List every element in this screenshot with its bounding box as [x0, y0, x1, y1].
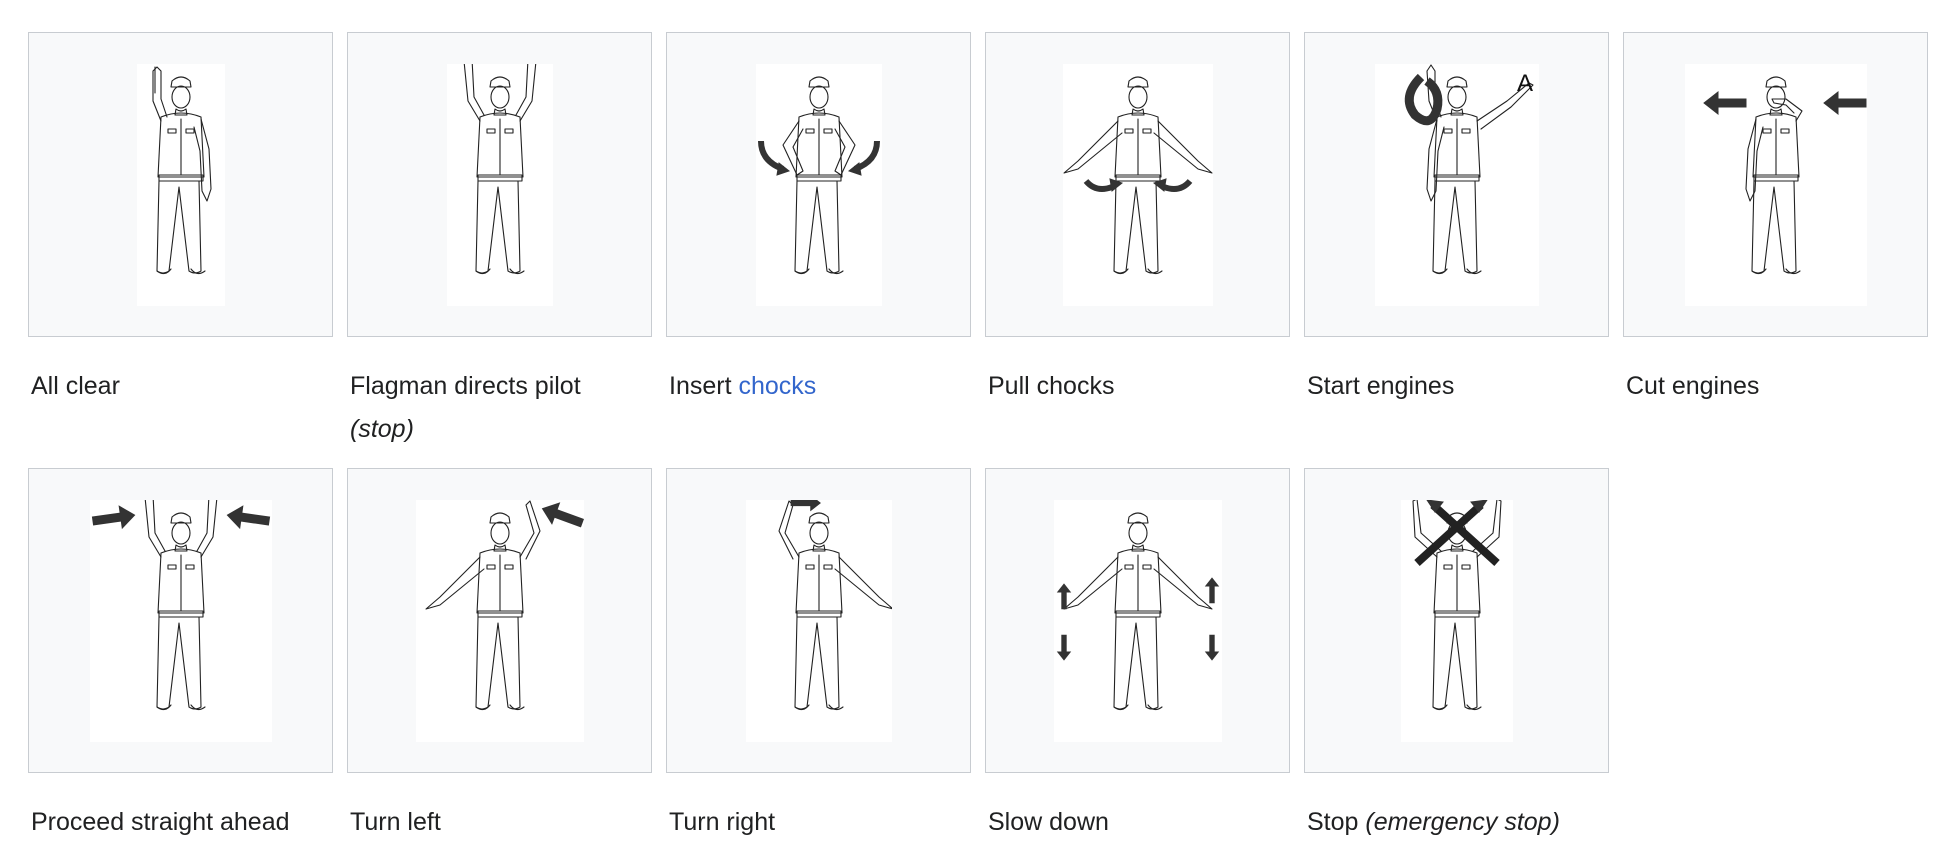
caption-text: Slow down	[988, 808, 1109, 836]
figure-label-a: A	[1517, 70, 1533, 97]
gallery-item-proceed-straight: Proceed straight ahead	[28, 468, 333, 844]
turn-right-illustration	[745, 499, 892, 742]
caption-emphasis: (emergency stop)	[1365, 808, 1560, 836]
caption-text: Turn left	[350, 808, 441, 836]
image-frame[interactable]	[666, 32, 971, 337]
gallery-item-all-clear: All clear	[28, 32, 333, 468]
caption: Stop (emergency stop)	[1307, 801, 1607, 844]
image-frame[interactable]	[28, 468, 333, 773]
caption: Pull chocks	[988, 365, 1288, 408]
caption: Start engines	[1307, 365, 1607, 408]
gallery-item-cut-engines: Cut engines	[1623, 32, 1928, 468]
insert-chocks-illustration	[755, 63, 882, 306]
image-frame[interactable]	[347, 32, 652, 337]
caption-text: Cut engines	[1626, 372, 1760, 400]
gallery-item-start-engines: A Start engines	[1304, 32, 1609, 468]
caption: Flagman directs pilot (stop)	[350, 365, 650, 451]
gallery-item-slow-down: Slow down	[985, 468, 1290, 844]
caption-text: Flagman directs pilot	[350, 372, 581, 400]
image-frame[interactable]	[985, 32, 1290, 337]
caption-emphasis: (stop)	[350, 415, 414, 443]
caption-text: All clear	[31, 372, 120, 400]
image-frame[interactable]	[666, 468, 971, 773]
all-clear-illustration	[136, 63, 225, 306]
caption: Turn left	[350, 801, 650, 844]
caption-text: Pull chocks	[988, 372, 1115, 400]
gallery-item-insert-chocks: Insert chocks	[666, 32, 971, 468]
image-frame[interactable]	[347, 468, 652, 773]
gallery-row-1: All clear Flagman directs pilot (stop) I…	[28, 32, 1928, 468]
gallery-item-flagman-stop: Flagman directs pilot (stop)	[347, 32, 652, 468]
gallery-item-pull-chocks: Pull chocks	[985, 32, 1290, 468]
gallery-item-emergency-stop: Stop (emergency stop)	[1304, 468, 1609, 844]
caption-text: Proceed straight ahead	[31, 808, 290, 836]
caption: All clear	[31, 365, 331, 408]
image-frame[interactable]	[28, 32, 333, 337]
chocks-link[interactable]: chocks	[738, 372, 816, 400]
caption: Turn right	[669, 801, 969, 844]
image-frame[interactable]: A	[1304, 32, 1609, 337]
turn-left-illustration	[415, 499, 584, 742]
image-frame[interactable]	[1623, 32, 1928, 337]
slow-down-illustration	[1053, 499, 1222, 742]
caption: Insert chocks	[669, 365, 969, 408]
proceed-straight-illustration	[89, 499, 272, 742]
pull-chocks-illustration	[1062, 63, 1213, 306]
cut-engines-illustration	[1684, 63, 1867, 306]
image-frame[interactable]	[985, 468, 1290, 773]
caption-text: Turn right	[669, 808, 776, 836]
caption: Proceed straight ahead	[31, 801, 331, 844]
caption-text: Stop	[1307, 808, 1359, 836]
caption-text: Insert	[669, 372, 732, 400]
gallery-row-2: Proceed straight ahead Turn left Turn ri…	[28, 468, 1928, 844]
caption: Cut engines	[1626, 365, 1926, 408]
emergency-stop-illustration	[1400, 499, 1513, 742]
gallery-item-turn-right: Turn right	[666, 468, 971, 844]
gallery-item-turn-left: Turn left	[347, 468, 652, 844]
gesture-gallery: All clear Flagman directs pilot (stop) I…	[28, 32, 1928, 844]
flagman-stop-illustration	[446, 63, 553, 306]
image-frame[interactable]	[1304, 468, 1609, 773]
caption-text: Start engines	[1307, 372, 1455, 400]
start-engines-illustration: A	[1374, 63, 1539, 306]
caption: Slow down	[988, 801, 1288, 844]
